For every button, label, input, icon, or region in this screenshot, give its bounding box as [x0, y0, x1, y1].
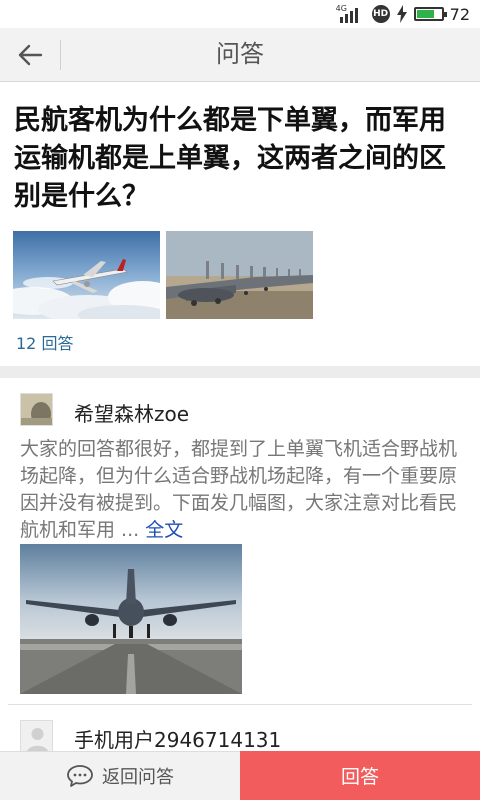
signal-icon: 4G [336, 4, 366, 24]
bottom-action-bar: 返回问答 回答 [0, 751, 480, 800]
page-title: 问答 [216, 40, 264, 68]
question-image-airliner[interactable] [13, 231, 160, 319]
battery-icon [413, 7, 447, 21]
charging-icon [396, 5, 407, 23]
header-bar: 问答 [0, 28, 480, 82]
arrow-left-icon [18, 44, 43, 65]
question-card: 民航客机为什么都是下单翼，而军用运输机都是上单翼，这两者之间的区别是什么？ 12… [0, 82, 480, 366]
back-button[interactable] [0, 28, 60, 81]
header-divider [60, 40, 61, 70]
section-separator [0, 366, 480, 378]
answer-count[interactable]: 12 回答 [16, 330, 73, 354]
answer-image-plane-takeoff[interactable] [20, 544, 242, 694]
answer-divider [8, 704, 472, 705]
hd-icon: HD [371, 5, 390, 23]
username[interactable]: 手机用户2946714131 [74, 724, 281, 753]
battery-percent: 72 [449, 4, 470, 24]
back-to-qa-label: 返回问答 [102, 767, 174, 788]
answer-button[interactable]: 回答 [240, 751, 480, 800]
read-more-link[interactable]: 全文 [145, 519, 183, 541]
answer-text: 大家的回答都很好，都提到了上单翼飞机适合野战机场起降，但为什么适合野战机场起降，… [20, 438, 458, 541]
question-image-transport[interactable] [166, 231, 313, 319]
answer-item: 希望森林zoe 大家的回答都很好，都提到了上单翼飞机适合野战机场起降，但为什么适… [0, 378, 480, 706]
avatar[interactable] [20, 720, 53, 753]
status-bar: 4G HD 72 [0, 0, 480, 28]
back-to-qa-button[interactable]: 返回问答 [0, 751, 240, 800]
answer-item: 手机用户2946714131 [0, 706, 480, 753]
avatar[interactable] [20, 393, 53, 426]
username[interactable]: 希望森林zoe [74, 398, 189, 427]
answer-excerpt[interactable]: 大家的回答都很好，都提到了上单翼飞机适合野战机场起降，但为什么适合野战机场起降，… [20, 436, 466, 544]
speech-bubble-icon [67, 765, 93, 787]
question-title: 民航客机为什么都是下单翼，而军用运输机都是上单翼，这两者之间的区别是什么？ [14, 105, 446, 212]
